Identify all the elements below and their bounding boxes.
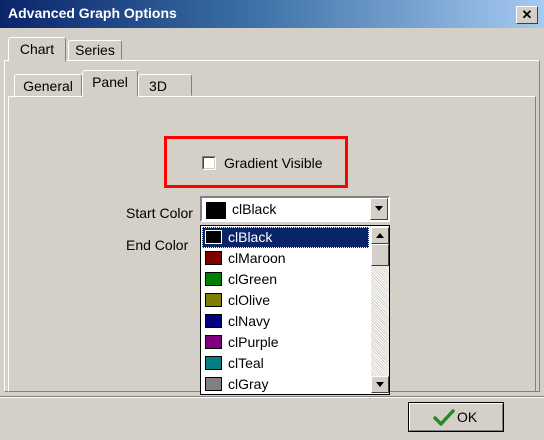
ok-button[interactable]: OK [408, 402, 504, 432]
chevron-down-icon [375, 206, 383, 211]
color-swatch [205, 335, 222, 349]
tab-series-label: Series [75, 42, 115, 58]
scroll-up-button[interactable] [371, 227, 389, 244]
list-item[interactable]: clBlack [202, 227, 369, 248]
color-name: clBlack [228, 229, 273, 245]
arrow-up-icon [376, 233, 384, 238]
arrow-down-icon [376, 382, 384, 387]
list-item[interactable]: clMaroon [202, 248, 369, 269]
start-color-value: clBlack [232, 201, 277, 217]
color-name: clPurple [228, 334, 279, 350]
end-color-label: End Color [126, 237, 189, 253]
color-name: clMaroon [228, 250, 286, 266]
color-swatch [205, 251, 222, 265]
tab-panel[interactable]: Panel [82, 70, 138, 97]
list-item[interactable]: clPurple [202, 332, 369, 353]
footer-separator [0, 396, 544, 398]
color-name: clGray [228, 376, 269, 392]
list-item[interactable]: clGray [202, 374, 369, 394]
color-swatch [205, 293, 222, 307]
list-item[interactable]: clOlive [202, 290, 369, 311]
color-name: clNavy [228, 313, 271, 329]
tab-series[interactable]: Series [68, 40, 122, 60]
list-item[interactable]: clTeal [202, 353, 369, 374]
start-color-combo[interactable]: clBlack [200, 196, 390, 222]
color-name: clTeal [228, 355, 264, 371]
color-name: clOlive [228, 292, 271, 308]
checkmark-icon [433, 409, 455, 426]
color-swatch [205, 377, 222, 391]
tab-panel-label: Panel [92, 74, 128, 90]
list-item[interactable]: clNavy [202, 311, 369, 332]
list-item[interactable]: clGreen [202, 269, 369, 290]
color-swatch [205, 314, 222, 328]
ok-label: OK [457, 409, 478, 425]
list-scrollbar[interactable] [371, 227, 389, 393]
ok-button-face [409, 403, 503, 431]
start-color-swatch [206, 202, 226, 219]
scroll-thumb[interactable] [371, 244, 389, 266]
close-button[interactable]: ✕ [516, 6, 538, 24]
color-swatch [205, 272, 222, 286]
window-title: Advanced Graph Options [8, 5, 177, 21]
color-swatch [205, 230, 222, 244]
tab-general[interactable]: General [14, 74, 82, 96]
color-dropdown-list[interactable]: clBlack clMaroon clGreen clOlive clNavy … [200, 225, 390, 395]
scroll-down-button[interactable] [371, 376, 389, 393]
close-icon: ✕ [521, 7, 533, 22]
tab-chart[interactable]: Chart [8, 37, 66, 62]
tab-3d[interactable]: 3D [138, 74, 192, 96]
color-name: clGreen [228, 271, 278, 287]
color-swatch [205, 356, 222, 370]
gradient-visible-label: Gradient Visible [224, 155, 323, 171]
start-color-label: Start Color [126, 205, 193, 221]
gradient-visible-checkbox[interactable] [202, 156, 216, 170]
tab-general-label: General [23, 78, 73, 94]
tab-chart-label: Chart [19, 41, 55, 57]
start-color-dropdown-button[interactable] [370, 198, 388, 220]
